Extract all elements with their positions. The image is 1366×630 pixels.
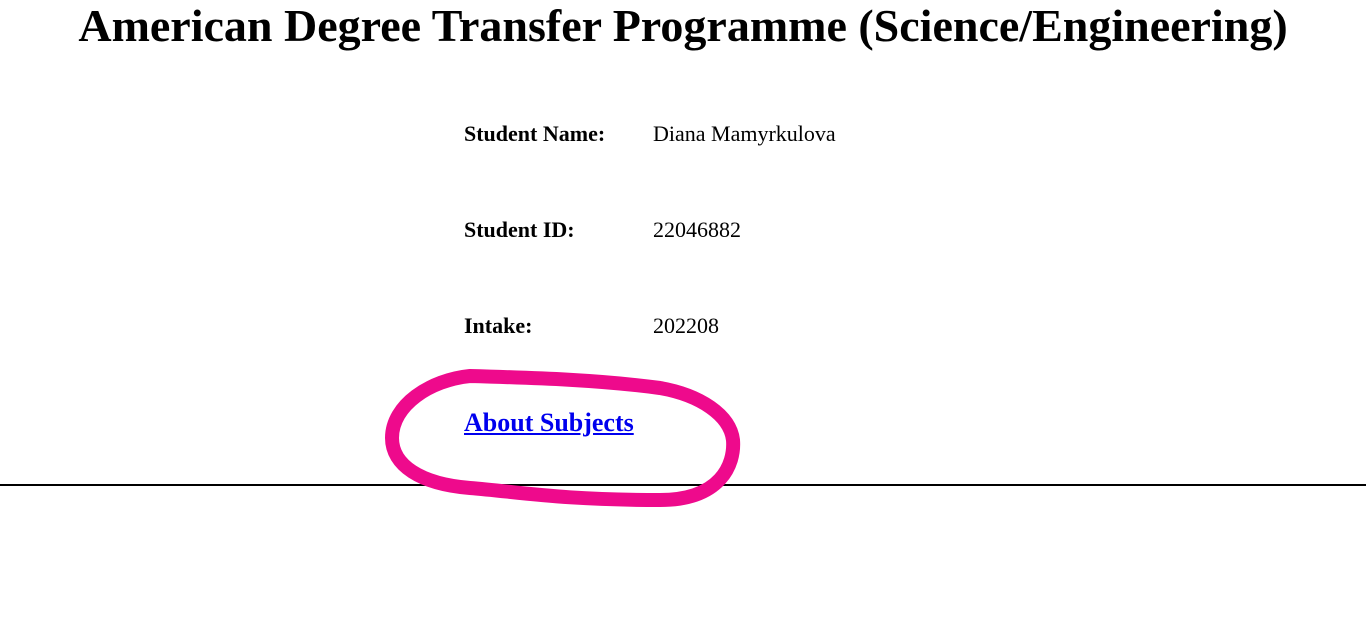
horizontal-divider [0,484,1366,486]
page: American Degree Transfer Programme (Scie… [0,0,1366,630]
student-name-value: Diana Mamyrkulova [653,121,836,146]
intake-label: Intake: [464,313,533,338]
intake-value: 202208 [653,313,719,338]
page-title: American Degree Transfer Programme (Scie… [78,0,1288,51]
student-id-label: Student ID: [464,217,575,242]
student-id-value: 22046882 [653,217,741,242]
student-name-label: Student Name: [464,121,606,146]
about-subjects-link[interactable]: About Subjects [464,406,634,440]
